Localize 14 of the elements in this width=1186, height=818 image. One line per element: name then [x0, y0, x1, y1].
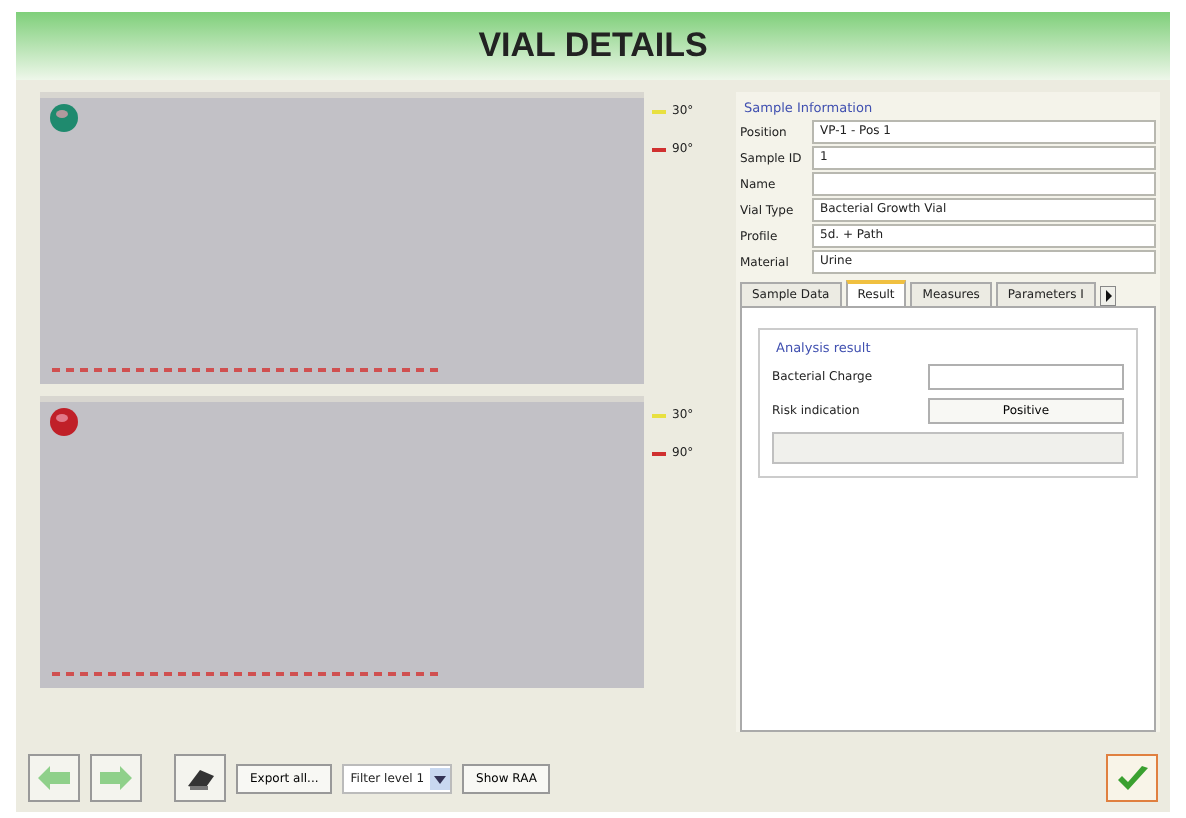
forward-button[interactable]: [90, 754, 142, 802]
right-arrow-icon: [98, 764, 134, 792]
print-button[interactable]: [174, 754, 226, 802]
left-arrow-icon: [36, 764, 72, 792]
text-field[interactable]: [772, 432, 1124, 464]
back-button[interactable]: [28, 754, 80, 802]
scroll-right-icon[interactable]: [1099, 286, 1116, 306]
printer-icon: [182, 764, 218, 792]
text-field[interactable]: [928, 364, 1124, 390]
caret-icon: [430, 767, 451, 789]
checkmark-icon: [1114, 764, 1150, 792]
window-title: VIAL DETAILS: [478, 26, 708, 66]
confirm-button[interactable]: [1106, 754, 1158, 802]
text-field[interactable]: [812, 172, 1156, 196]
